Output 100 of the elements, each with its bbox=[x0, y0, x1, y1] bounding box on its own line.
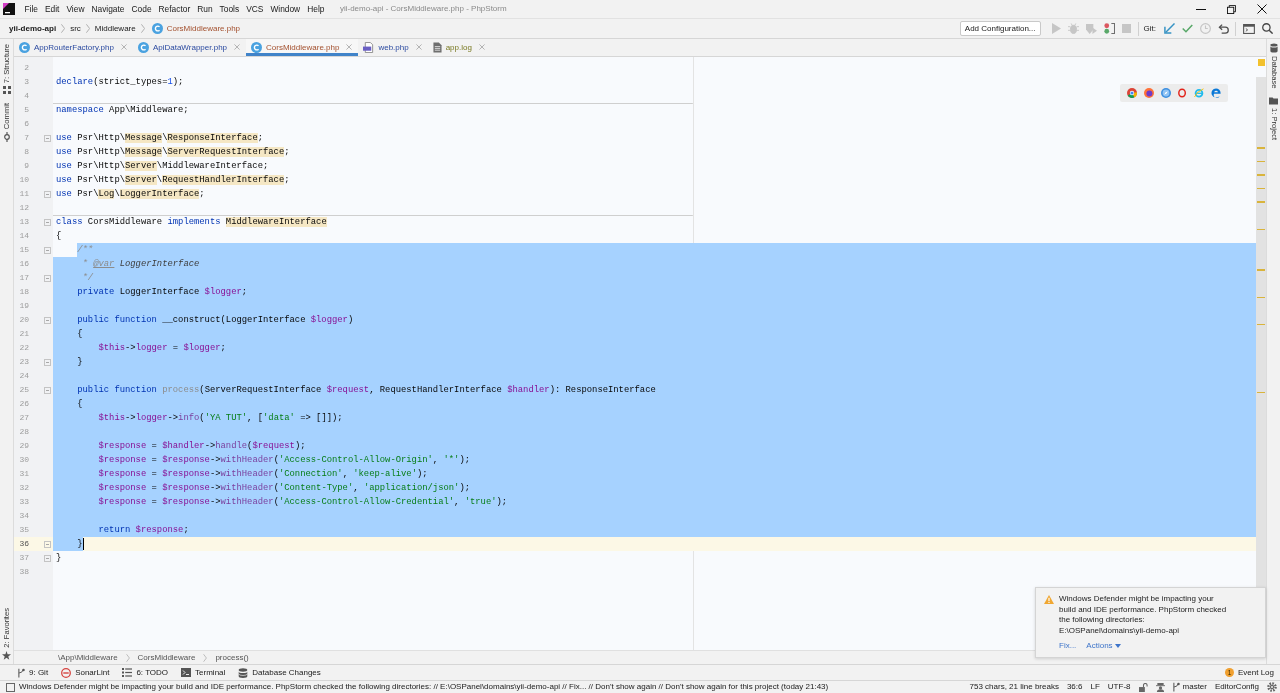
editor-tab[interactable]: ApiDataWrapper.php bbox=[132, 39, 247, 56]
usage-marker[interactable] bbox=[1257, 147, 1265, 149]
branch-widget[interactable]: master bbox=[1172, 682, 1207, 692]
menu-item[interactable]: Run bbox=[193, 3, 217, 15]
structure-icon bbox=[2, 86, 11, 95]
arrow-icon[interactable] bbox=[1163, 23, 1175, 34]
fold-icon[interactable] bbox=[44, 274, 51, 282]
fold-icon[interactable] bbox=[44, 386, 51, 394]
line-number: 5 bbox=[24, 105, 29, 114]
square-icon[interactable] bbox=[6, 682, 15, 692]
menu-item[interactable]: Help bbox=[303, 3, 328, 15]
usage-marker[interactable] bbox=[1257, 187, 1265, 190]
line-number: 7 bbox=[24, 133, 29, 142]
line-number: 15 bbox=[19, 245, 29, 254]
tool-window-button[interactable]: Terminal bbox=[181, 667, 226, 678]
line-number: 17 bbox=[19, 273, 29, 282]
editor-tab[interactable]: CorsMiddleware.php bbox=[246, 39, 359, 56]
line-number: 16 bbox=[19, 259, 29, 268]
usage-marker[interactable] bbox=[1257, 160, 1265, 163]
text-caret bbox=[82, 538, 84, 550]
menu-item[interactable]: Code bbox=[128, 3, 156, 15]
usage-marker[interactable] bbox=[1257, 174, 1265, 176]
fold-icon[interactable] bbox=[44, 358, 51, 366]
notification-message: Windows Defender might be impacting your build and IDE performance. PhpStorm checked the following directories: bbox=[1059, 594, 1228, 626]
browser-icon[interactable] bbox=[1161, 88, 1171, 98]
usage-marker[interactable] bbox=[1257, 296, 1265, 299]
breadcrumb-item[interactable]: yii-demo-api bbox=[7, 22, 59, 35]
menu-item[interactable]: File bbox=[21, 3, 42, 15]
tool-window-button[interactable]: 6: TODO bbox=[122, 667, 169, 678]
code-line: use Psr\Http\Server\MiddlewareInterface; bbox=[55, 160, 269, 173]
fold-icon[interactable] bbox=[44, 246, 51, 254]
menu-item[interactable]: Tools bbox=[216, 3, 243, 15]
app-logo-icon[interactable] bbox=[3, 3, 15, 15]
editor-tab[interactable]: AppRouterFactory.php bbox=[14, 39, 133, 56]
breadcrumb-item[interactable]: CorsMiddleware.php bbox=[164, 22, 243, 35]
menu-item[interactable]: VCS bbox=[242, 3, 267, 15]
browser-icon[interactable] bbox=[1178, 88, 1187, 98]
menu-item[interactable]: Edit bbox=[41, 3, 63, 15]
line-number: 24 bbox=[19, 371, 29, 380]
fold-icon[interactable] bbox=[44, 540, 51, 548]
menu-item[interactable]: Navigate bbox=[87, 3, 128, 15]
status-message[interactable]: Windows Defender might be impacting your build and IDE performance. PhpStorm checked the following directories: // E:\OSPanel\domains\yii-demo-api // Fix... // Don't show again // Don't show again for this project (today 21:43) bbox=[19, 682, 829, 692]
editor-tab[interactable]: web.php bbox=[358, 39, 428, 56]
usage-marker[interactable] bbox=[1257, 323, 1265, 326]
line-number: 29 bbox=[19, 441, 29, 450]
chevron-icon bbox=[125, 653, 130, 662]
breadcrumb-item[interactable]: \App\Middleware bbox=[58, 652, 118, 663]
breadcrumb-item[interactable]: CorsMiddleware bbox=[137, 652, 196, 663]
fold-icon[interactable] bbox=[44, 554, 51, 562]
lock-icon[interactable] bbox=[1138, 682, 1148, 692]
notification-path: E:\OSPanel\domains\yii-demo-api bbox=[1059, 625, 1180, 636]
fold-icon[interactable] bbox=[44, 316, 51, 324]
search-icon[interactable] bbox=[1261, 23, 1273, 34]
status-item[interactable]: 753 chars, 21 line breaks bbox=[969, 682, 1059, 692]
line-number: 20 bbox=[19, 315, 29, 324]
editor-tab[interactable]: app.log bbox=[427, 39, 491, 56]
status-dots-icon[interactable] bbox=[1104, 23, 1116, 34]
line-number: 4 bbox=[24, 91, 29, 100]
actions-link[interactable]: Actions bbox=[1086, 641, 1121, 651]
tool-window-button[interactable]: SonarLint bbox=[61, 667, 110, 678]
menu-item[interactable]: Window bbox=[266, 3, 304, 15]
code-line: { bbox=[55, 230, 62, 243]
status-item[interactable]: 36:6 bbox=[1066, 682, 1083, 692]
browser-icon[interactable] bbox=[1211, 88, 1221, 98]
usage-marker[interactable] bbox=[1257, 269, 1265, 271]
add-configuration-button[interactable]: Add Configuration... bbox=[959, 21, 1041, 36]
line-number: 34 bbox=[19, 511, 29, 520]
fix-link[interactable]: Fix... bbox=[1059, 641, 1077, 651]
fold-icon[interactable] bbox=[44, 218, 51, 226]
menu-item[interactable]: View bbox=[62, 3, 88, 15]
menu-item[interactable]: Refactor bbox=[155, 3, 194, 15]
usage-marker[interactable] bbox=[1257, 201, 1265, 203]
fold-icon[interactable] bbox=[44, 134, 51, 142]
breadcrumb-item[interactable]: process() bbox=[215, 652, 249, 663]
minimize-icon[interactable] bbox=[1196, 8, 1206, 10]
browser-icon[interactable] bbox=[1144, 88, 1154, 98]
close-icon[interactable] bbox=[1257, 4, 1267, 14]
breadcrumb-item[interactable]: Middleware bbox=[92, 22, 138, 35]
usage-marker[interactable] bbox=[1257, 228, 1265, 231]
caret-icon bbox=[1114, 644, 1121, 648]
branch-icon bbox=[1172, 682, 1180, 692]
gear-icon[interactable] bbox=[1267, 682, 1277, 692]
breadcrumb-item[interactable]: src bbox=[68, 22, 83, 35]
line-number: 11 bbox=[19, 189, 29, 198]
line-number: 12 bbox=[19, 203, 29, 212]
status-item[interactable]: UTF-8 bbox=[1107, 682, 1131, 692]
person-icon[interactable] bbox=[1155, 682, 1165, 692]
undo-icon[interactable] bbox=[1217, 23, 1229, 34]
fold-icon[interactable] bbox=[44, 190, 51, 198]
tool-window-button[interactable]: 9: Git bbox=[18, 667, 49, 678]
line-number: 13 bbox=[19, 217, 29, 226]
warning-status-icon[interactable] bbox=[1257, 59, 1265, 66]
status-item[interactable]: LF bbox=[1090, 682, 1100, 692]
browser-icon[interactable] bbox=[1127, 88, 1137, 98]
usage-marker[interactable] bbox=[1257, 391, 1265, 394]
window-icon[interactable] bbox=[1242, 23, 1255, 34]
check-icon[interactable] bbox=[1181, 24, 1193, 33]
status-item[interactable]: EditorConfig bbox=[1214, 682, 1259, 692]
restore-icon[interactable] bbox=[1227, 4, 1236, 14]
tool-window-button[interactable]: Database Changes bbox=[238, 667, 321, 678]
